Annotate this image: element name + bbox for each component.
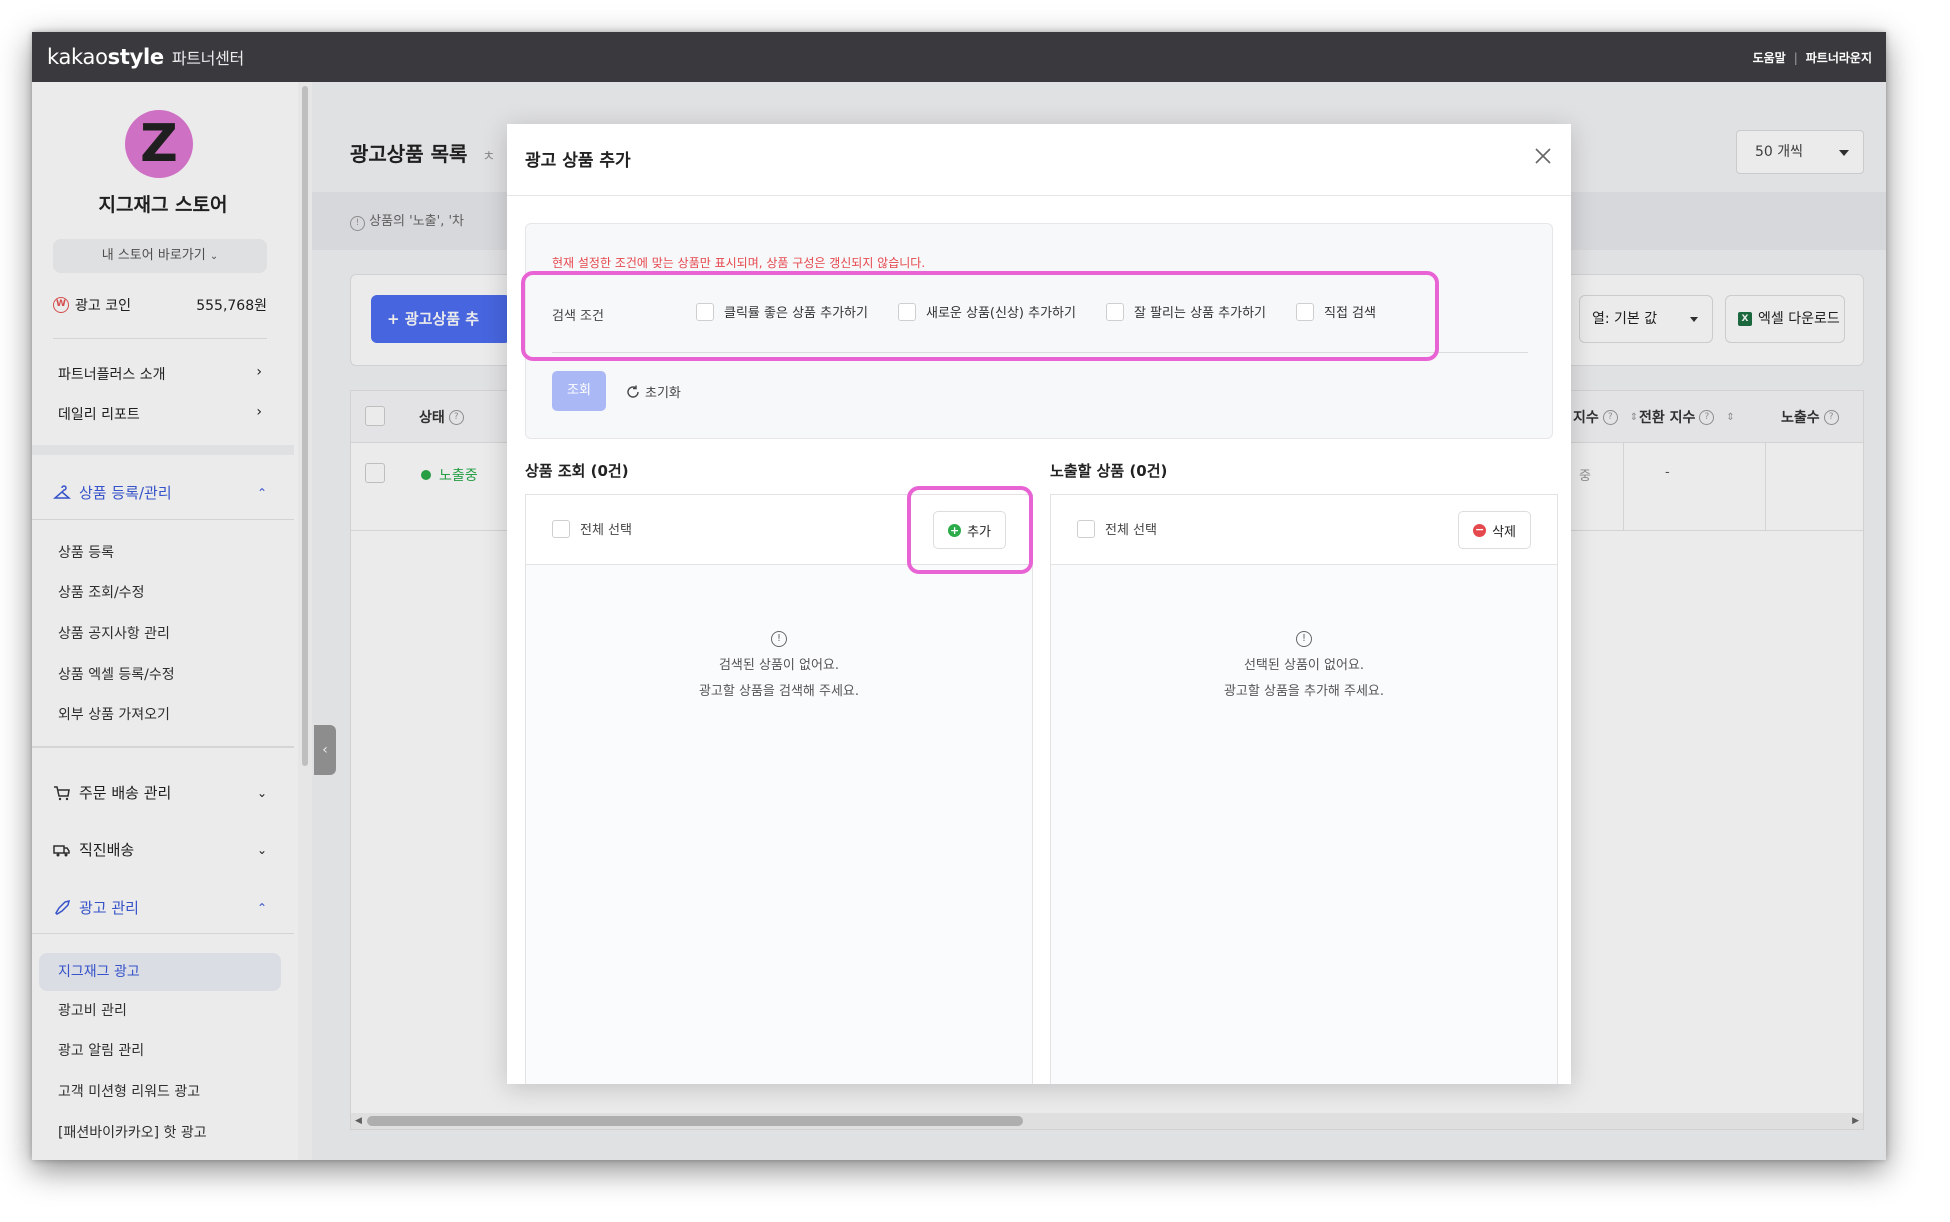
reset-button[interactable]: 초기화 bbox=[626, 382, 681, 401]
brand-style: style bbox=[107, 45, 164, 69]
top-links: 도움말 | 파트너라운지 bbox=[1753, 49, 1872, 66]
empty-line-1: 선택된 상품이 없어요. bbox=[1243, 658, 1365, 673]
empty-state: ! 검색된 상품이 없어요. 광고할 상품을 검색해 주세요. bbox=[526, 625, 1032, 705]
selected-products-title: 노출할 상품 (0건) bbox=[1050, 462, 1168, 480]
help-link[interactable]: 도움말 bbox=[1753, 49, 1786, 66]
highlight-search-conditions bbox=[521, 271, 1439, 361]
app-window: kakaostyle 파트너센터 도움말 | 파트너라운지 Z 지그재그 스토어 … bbox=[32, 32, 1886, 1160]
brand-kakao: kakao bbox=[47, 45, 108, 69]
checkbox[interactable] bbox=[552, 519, 570, 538]
reset-label: 초기화 bbox=[645, 386, 681, 401]
search-result-panel: 전체 선택 + 추가 ! 검색된 상품이 없어요. 광고할 상품을 검색해 주세… bbox=[525, 494, 1033, 1084]
checkbox[interactable] bbox=[1077, 519, 1095, 538]
add-ad-product-modal: 광고 상품 추가 현재 설정한 조건에 맞는 상품만 표시되며, 상품 구성은 … bbox=[507, 124, 1571, 1084]
select-all-label: 전체 선택 bbox=[1105, 523, 1157, 538]
refresh-icon bbox=[627, 385, 639, 398]
brand-logo[interactable]: kakaostyle 파트너센터 bbox=[47, 45, 244, 69]
top-link-separator: | bbox=[1793, 50, 1798, 65]
delete-button-label: 삭제 bbox=[1492, 524, 1516, 540]
search-button[interactable]: 조회 bbox=[552, 371, 606, 411]
panel-header: 전체 선택 − 삭제 bbox=[1051, 495, 1557, 565]
search-result-title: 상품 조회 (0건) bbox=[525, 462, 629, 480]
delete-button[interactable]: − 삭제 bbox=[1458, 511, 1531, 549]
info-icon: ! bbox=[771, 631, 787, 647]
empty-state: ! 선택된 상품이 없어요. 광고할 상품을 추가해 주세요. bbox=[1051, 625, 1557, 705]
selected-products-panel: 전체 선택 − 삭제 ! 선택된 상품이 없어요. 광고할 상품을 추가해 주세… bbox=[1050, 494, 1558, 1084]
highlight-add-button bbox=[907, 486, 1033, 574]
select-all-label: 전체 선택 bbox=[580, 523, 632, 538]
modal-title: 광고 상품 추가 bbox=[525, 151, 631, 171]
select-all-left[interactable]: 전체 선택 bbox=[552, 519, 632, 538]
empty-line-1: 검색된 상품이 없어요. bbox=[718, 658, 840, 673]
close-icon[interactable] bbox=[1531, 144, 1555, 168]
top-bar: kakaostyle 파트너센터 도움말 | 파트너라운지 bbox=[32, 32, 1886, 82]
modal-header: 광고 상품 추가 bbox=[507, 124, 1571, 196]
partner-lounge-link[interactable]: 파트너라운지 bbox=[1806, 49, 1872, 66]
warning-text: 현재 설정한 조건에 맞는 상품만 표시되며, 상품 구성은 갱신되지 않습니다… bbox=[552, 256, 926, 270]
select-all-right[interactable]: 전체 선택 bbox=[1077, 519, 1157, 538]
empty-line-2: 광고할 상품을 추가해 주세요. bbox=[1223, 684, 1385, 699]
empty-line-2: 광고할 상품을 검색해 주세요. bbox=[698, 684, 860, 699]
minus-icon: − bbox=[1473, 522, 1487, 537]
info-icon: ! bbox=[1296, 631, 1312, 647]
brand-subtitle: 파트너센터 bbox=[171, 49, 244, 68]
